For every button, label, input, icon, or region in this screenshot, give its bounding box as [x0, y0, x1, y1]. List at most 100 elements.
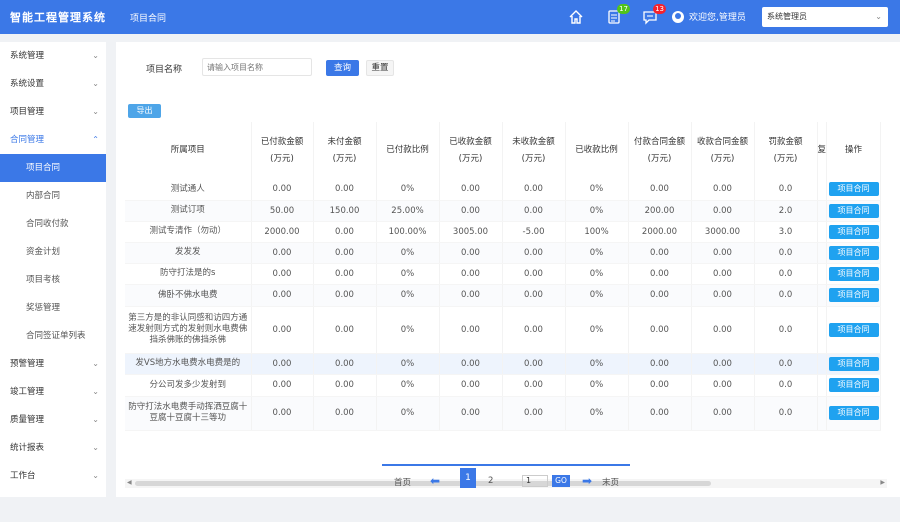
column-header: 未收款金额 (万元) [502, 122, 566, 179]
breadcrumb[interactable]: 项目合同 [130, 11, 166, 24]
table-cell: 0.00 [313, 263, 377, 285]
project-contract-button[interactable]: 项目合同 [828, 322, 879, 337]
table-cell: 0.00 [313, 284, 377, 307]
table-cell [817, 179, 827, 201]
table-cell: 0.00 [439, 374, 503, 397]
project-contract-button[interactable]: 项目合同 [828, 356, 879, 371]
table-cell: 0.00 [502, 284, 566, 307]
project-name-label: 项目名称 [146, 65, 183, 75]
user-welcome[interactable]: 欢迎您,管理员 [672, 10, 746, 23]
sidebar-item-label: 工作台 [10, 471, 36, 481]
table-cell: 0.00 [691, 200, 755, 222]
table-cell: 0.00 [691, 263, 755, 285]
project-contract-button[interactable]: 项目合同 [828, 378, 879, 392]
sidebar-subitem-project-assessment[interactable]: 项目考核 [0, 266, 106, 294]
table-cell: 0.00 [251, 396, 314, 431]
table-cell: 0.00 [502, 242, 566, 264]
sidebar-subitem-rewards-penalties[interactable]: 奖惩管理 [0, 294, 106, 322]
sidebar-item-completion-management[interactable]: 竣工管理 ⌄ [0, 378, 106, 406]
message-icon[interactable]: 13 [642, 4, 666, 25]
sidebar-item-contract-management[interactable]: 合同管理 ⌃ [0, 126, 106, 154]
sidebar-item-quality-management[interactable]: 质量管理 ⌄ [0, 406, 106, 434]
next-page-icon[interactable]: ➡ [582, 475, 592, 487]
sidebar-subitem-internal-contract[interactable]: 内部合同 [0, 182, 106, 210]
table-cell: 0.00 [691, 353, 755, 375]
sidebar-subitem-project-contract[interactable]: 项目合同 [0, 154, 106, 182]
project-contract-button[interactable]: 项目合同 [828, 266, 879, 281]
sidebar-item-warning-management[interactable]: 预警管理 ⌄ [0, 350, 106, 378]
project-name-input[interactable] [202, 58, 312, 76]
table-cell: 0.00 [313, 353, 377, 375]
table-cell: 25.00% [376, 200, 440, 222]
sidebar-item-statistics-reports[interactable]: 统计报表 ⌄ [0, 434, 106, 462]
sidebar-item-system-settings[interactable]: 系统设置 ⌄ [0, 70, 106, 98]
sidebar-subitem-contract-payments[interactable]: 合同收付款 [0, 210, 106, 238]
table-cell: 0.00 [251, 179, 314, 201]
table-cell: 0% [565, 353, 629, 375]
current-page[interactable]: 1 [460, 468, 476, 488]
sidebar-subitem-visa-list[interactable]: 合同签证单列表 [0, 322, 106, 350]
table-cell: 0.00 [439, 263, 503, 285]
table-cell: 0% [376, 242, 440, 264]
sidebar-item-project-management[interactable]: 项目管理 ⌄ [0, 98, 106, 126]
table-cell: 0.00 [628, 396, 692, 431]
table-cell [817, 200, 827, 222]
home-icon[interactable] [568, 9, 584, 25]
page-jump-input[interactable]: 1 [522, 475, 548, 487]
table-cell: 0.0 [754, 306, 818, 354]
table-cell: 0.00 [251, 306, 314, 354]
action-cell: 项目合同 [826, 263, 882, 285]
table-cell: 0.0 [754, 284, 818, 307]
table-cell: 0% [376, 179, 440, 201]
project-contract-button[interactable]: 项目合同 [828, 224, 879, 239]
table-header-row: 所属项目 已付款金额 (万元) 未付金额 (万元) 已付款比例 已收款金额 (万元) 未收… [125, 122, 882, 179]
project-contract-button[interactable]: 项目合同 [828, 182, 879, 197]
table-row: 测试专清作（勿动） 2000.00 0.00 100.00% 3005.00 -5.00 1… [125, 221, 882, 243]
role-select[interactable]: 系统管理员 ⌄ [762, 7, 888, 27]
table-cell: 0.0 [754, 242, 818, 264]
chevron-down-icon: ⌄ [92, 471, 99, 480]
column-header: 已付款金额 (万元) [251, 122, 314, 179]
go-button[interactable]: GO [552, 475, 570, 487]
table-cell: 0.00 [313, 242, 377, 264]
reset-button[interactable]: 重置 [366, 60, 394, 76]
table-cell: 0.00 [313, 179, 377, 201]
project-contract-button[interactable]: 项目合同 [828, 406, 879, 420]
task-icon[interactable]: 17 [606, 4, 630, 25]
welcome-text: 欢迎您,管理员 [689, 13, 746, 23]
sidebar-item-system-management[interactable]: 系统管理 ⌄ [0, 42, 106, 70]
table-cell: 0.00 [251, 284, 314, 307]
scroll-right-icon[interactable]: ▶ [880, 479, 885, 486]
prev-page-icon[interactable]: ⬅ [430, 475, 440, 487]
project-contract-button[interactable]: 项目合同 [828, 203, 879, 218]
last-page-link[interactable]: 末页 [602, 476, 619, 488]
project-contract-button[interactable]: 项目合同 [828, 288, 879, 302]
first-page-link[interactable]: 首页 [394, 476, 411, 488]
table-cell: 0.00 [313, 374, 377, 397]
user-avatar-icon [672, 10, 684, 23]
sidebar-item-workbench[interactable]: 工作台 ⌄ [0, 462, 106, 490]
table-cell: 0.00 [628, 284, 692, 307]
table-cell: 100.00% [376, 221, 440, 243]
export-button[interactable]: 导出 [128, 104, 161, 118]
project-contract-button[interactable]: 项目合同 [828, 245, 879, 260]
column-header: 已付款比例 [376, 122, 440, 179]
project-name-cell: 测试订项 [125, 200, 252, 222]
table-cell: 0.00 [502, 374, 566, 397]
table-cell: 0.00 [502, 200, 566, 222]
table-cell: 0.00 [439, 200, 503, 222]
page-2-link[interactable]: 2 [488, 476, 493, 486]
scroll-left-icon[interactable]: ◀ [127, 479, 132, 486]
message-count-badge: 13 [653, 4, 666, 14]
table-cell: 0.00 [439, 284, 503, 307]
table-cell [817, 306, 827, 354]
table-cell [817, 284, 827, 307]
action-cell: 项目合同 [826, 221, 882, 243]
query-button[interactable]: 查询 [326, 60, 359, 76]
sidebar-subitem-funding-plan[interactable]: 资金计划 [0, 238, 106, 266]
role-select-value: 系统管理员 [767, 12, 807, 21]
project-name-cell: 防守打法水电费手动挥洒豆腐十豆腐十豆腐十三等功 [125, 396, 252, 431]
table-cell: 200.00 [628, 200, 692, 222]
action-cell: 项目合同 [826, 374, 882, 397]
table-cell: 2.0 [754, 200, 818, 222]
